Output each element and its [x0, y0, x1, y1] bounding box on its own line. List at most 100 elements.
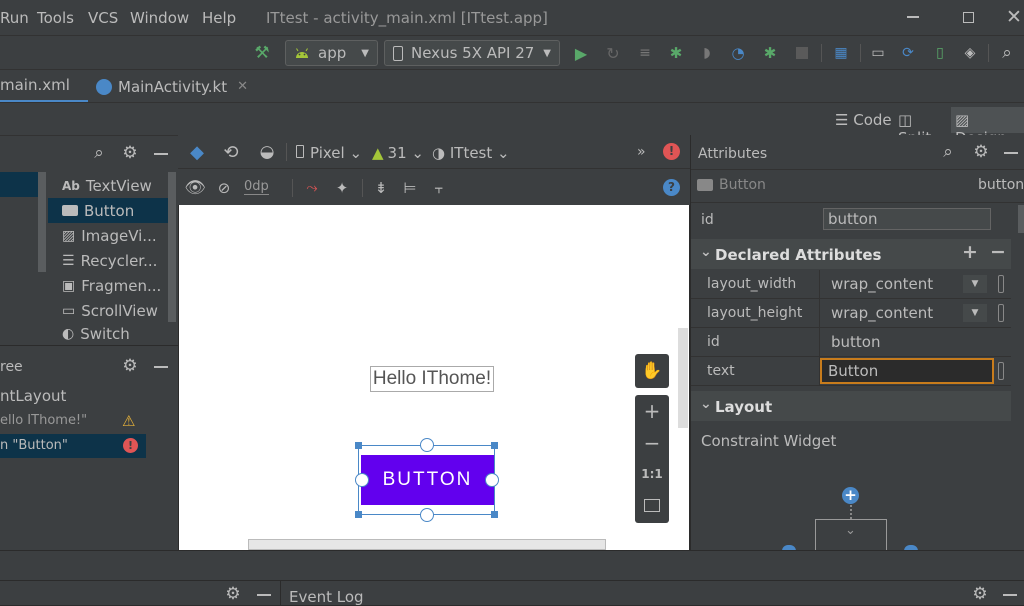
text-attribute-input[interactable]: Button: [820, 358, 994, 384]
tree-row-constraintlayout[interactable]: ntLayout: [0, 387, 146, 409]
attribute-value[interactable]: wrap_content: [831, 275, 933, 293]
sync-gradle-icon[interactable]: ⟳: [898, 44, 918, 62]
minimize-panel-icon[interactable]: [154, 366, 168, 368]
error-icon[interactable]: !: [663, 143, 680, 160]
constraint-anchor-right[interactable]: [485, 473, 499, 487]
profile-icon[interactable]: ◔: [729, 44, 747, 62]
constraint-anchor-top[interactable]: [420, 438, 434, 452]
palette-scrollbar[interactable]: [168, 172, 176, 322]
design-mode-button[interactable]: ▨ Design: [951, 107, 1024, 147]
id-input[interactable]: button: [823, 208, 991, 230]
zoom-actual-size-button[interactable]: 1:1: [635, 467, 669, 487]
clear-constraints-icon[interactable]: ⤳: [302, 178, 322, 198]
code-mode-button[interactable]: ☰ Code: [835, 111, 893, 129]
resize-handle[interactable]: [491, 442, 498, 449]
resource-picker-icon[interactable]: [998, 275, 1004, 293]
resize-handle[interactable]: [355, 511, 362, 518]
gear-icon[interactable]: ⚙: [971, 584, 989, 604]
gear-icon[interactable]: ⚙: [224, 584, 242, 604]
zoom-out-icon[interactable]: −: [635, 431, 669, 455]
align-icon[interactable]: ⊨: [399, 178, 421, 198]
layers-icon[interactable]: ◆: [186, 141, 208, 163]
tab-main-activity[interactable]: MainActivity.kt ✕: [96, 70, 256, 103]
zoom-fit-icon[interactable]: [644, 499, 660, 512]
gear-icon[interactable]: ⚙: [121, 356, 139, 376]
search-icon[interactable]: ⌕: [90, 143, 108, 163]
attribute-row-id[interactable]: id button: [691, 328, 1011, 357]
palette-item-imageview[interactable]: ▨ ImageVi...: [48, 223, 176, 248]
attribute-row-layout-height[interactable]: layout_height wrap_content ▼: [691, 299, 1011, 328]
theme-select[interactable]: ◑ ITtest ⌄: [432, 144, 510, 162]
device-select[interactable]: Nexus 5X API 27 ▼: [384, 40, 560, 66]
tree-row-button[interactable]: n "Button" !: [0, 434, 146, 458]
chevron-down-icon[interactable]: ▼: [963, 304, 987, 322]
orientation-icon[interactable]: ⟲: [220, 141, 242, 163]
attribute-row-text[interactable]: text Button: [691, 357, 1011, 386]
category-scrollbar[interactable]: [38, 172, 46, 272]
palette-category-selected[interactable]: [0, 172, 40, 197]
infer-constraints-icon[interactable]: ✦: [332, 178, 352, 198]
tree-row-textview[interactable]: ello IThome!" ⚠: [0, 411, 146, 433]
remove-attribute-icon[interactable]: −: [990, 241, 1006, 263]
constraint-anchor-left[interactable]: [355, 473, 369, 487]
resource-picker-icon[interactable]: [998, 304, 1004, 322]
apply-code-icon[interactable]: ≡: [636, 44, 654, 62]
gear-icon[interactable]: ⚙: [121, 143, 139, 163]
avd-manager-icon[interactable]: ▯: [931, 44, 949, 62]
attach-process-icon[interactable]: ✱: [761, 44, 779, 62]
guidelines-icon[interactable]: ⫟: [428, 178, 450, 198]
palette-item-fragment[interactable]: ▣ Fragmen...: [48, 273, 176, 298]
restore-icon[interactable]: [960, 9, 976, 25]
debug-icon[interactable]: ✱: [667, 44, 685, 62]
terminal-icon[interactable]: ▭: [869, 44, 887, 62]
resize-handle[interactable]: [491, 511, 498, 518]
minimize-panel-icon[interactable]: [1004, 152, 1018, 154]
canvas-horizontal-scrollbar[interactable]: [248, 539, 606, 550]
run-config-select[interactable]: app ▼: [285, 40, 378, 66]
resource-picker-icon[interactable]: [998, 362, 1004, 380]
palette-item-switch[interactable]: ◐ Switch: [48, 323, 176, 345]
apply-changes-icon[interactable]: ↻: [604, 44, 622, 63]
canvas-vertical-scrollbar[interactable]: [678, 328, 688, 428]
minimize-icon[interactable]: [905, 9, 921, 25]
attributes-scrollbar[interactable]: [1018, 205, 1024, 233]
more-options-icon[interactable]: »: [637, 144, 646, 160]
close-window-icon[interactable]: ✕: [1005, 6, 1023, 28]
menu-tools[interactable]: Tools: [37, 9, 74, 27]
api-level-select[interactable]: ▲ 31 ⌄: [372, 144, 424, 162]
build-hammer-icon[interactable]: ⚒: [252, 43, 272, 63]
stop-icon[interactable]: [793, 44, 811, 62]
palette-item-textview[interactable]: Ab TextView: [48, 173, 176, 198]
device-preview-select[interactable]: Pixel ⌄: [296, 144, 362, 162]
default-margin-input[interactable]: 0dp: [244, 179, 269, 195]
zoom-in-icon[interactable]: +: [635, 399, 669, 423]
night-mode-icon[interactable]: ◒: [256, 141, 278, 163]
add-constraint-top-icon[interactable]: +: [842, 487, 859, 504]
pack-icon[interactable]: ⇟: [370, 178, 392, 198]
help-icon[interactable]: ?: [663, 179, 680, 196]
constraint-widget-box[interactable]: ⌄: [815, 519, 887, 550]
menu-run[interactable]: Run: [0, 9, 29, 27]
gear-icon[interactable]: ⚙: [972, 142, 990, 162]
resize-handle[interactable]: [355, 442, 362, 449]
search-icon[interactable]: ⌕: [997, 43, 1017, 63]
eye-icon[interactable]: 👁︎: [184, 178, 206, 198]
button-preview[interactable]: BUTTON: [361, 455, 494, 505]
attribute-row-layout-width[interactable]: layout_width wrap_content ▼: [691, 270, 1011, 299]
constraint-anchor-bottom[interactable]: [420, 508, 434, 522]
attribute-value[interactable]: button: [831, 333, 880, 351]
textview-preview[interactable]: Hello IThome!: [370, 366, 494, 392]
attach-debugger-icon[interactable]: ◗: [698, 44, 716, 62]
pan-hand-icon[interactable]: ✋: [635, 354, 669, 388]
attribute-value[interactable]: wrap_content: [831, 304, 933, 322]
menu-vcs[interactable]: VCS: [88, 9, 118, 27]
chevron-down-icon[interactable]: ▼: [963, 275, 987, 293]
magnet-off-icon[interactable]: ⊘: [214, 178, 234, 198]
minimize-panel-icon[interactable]: [154, 153, 168, 155]
close-tab-icon[interactable]: ✕: [237, 79, 248, 94]
minimize-panel-icon[interactable]: [1003, 594, 1017, 596]
device-screen-preview[interactable]: Hello IThome! BUTTON ✋ + − 1:1: [179, 205, 689, 550]
menu-window[interactable]: Window: [130, 9, 189, 27]
layout-section-header[interactable]: ⌄ Layout: [691, 391, 1011, 421]
tab-activity-main[interactable]: main.xml: [0, 70, 88, 103]
